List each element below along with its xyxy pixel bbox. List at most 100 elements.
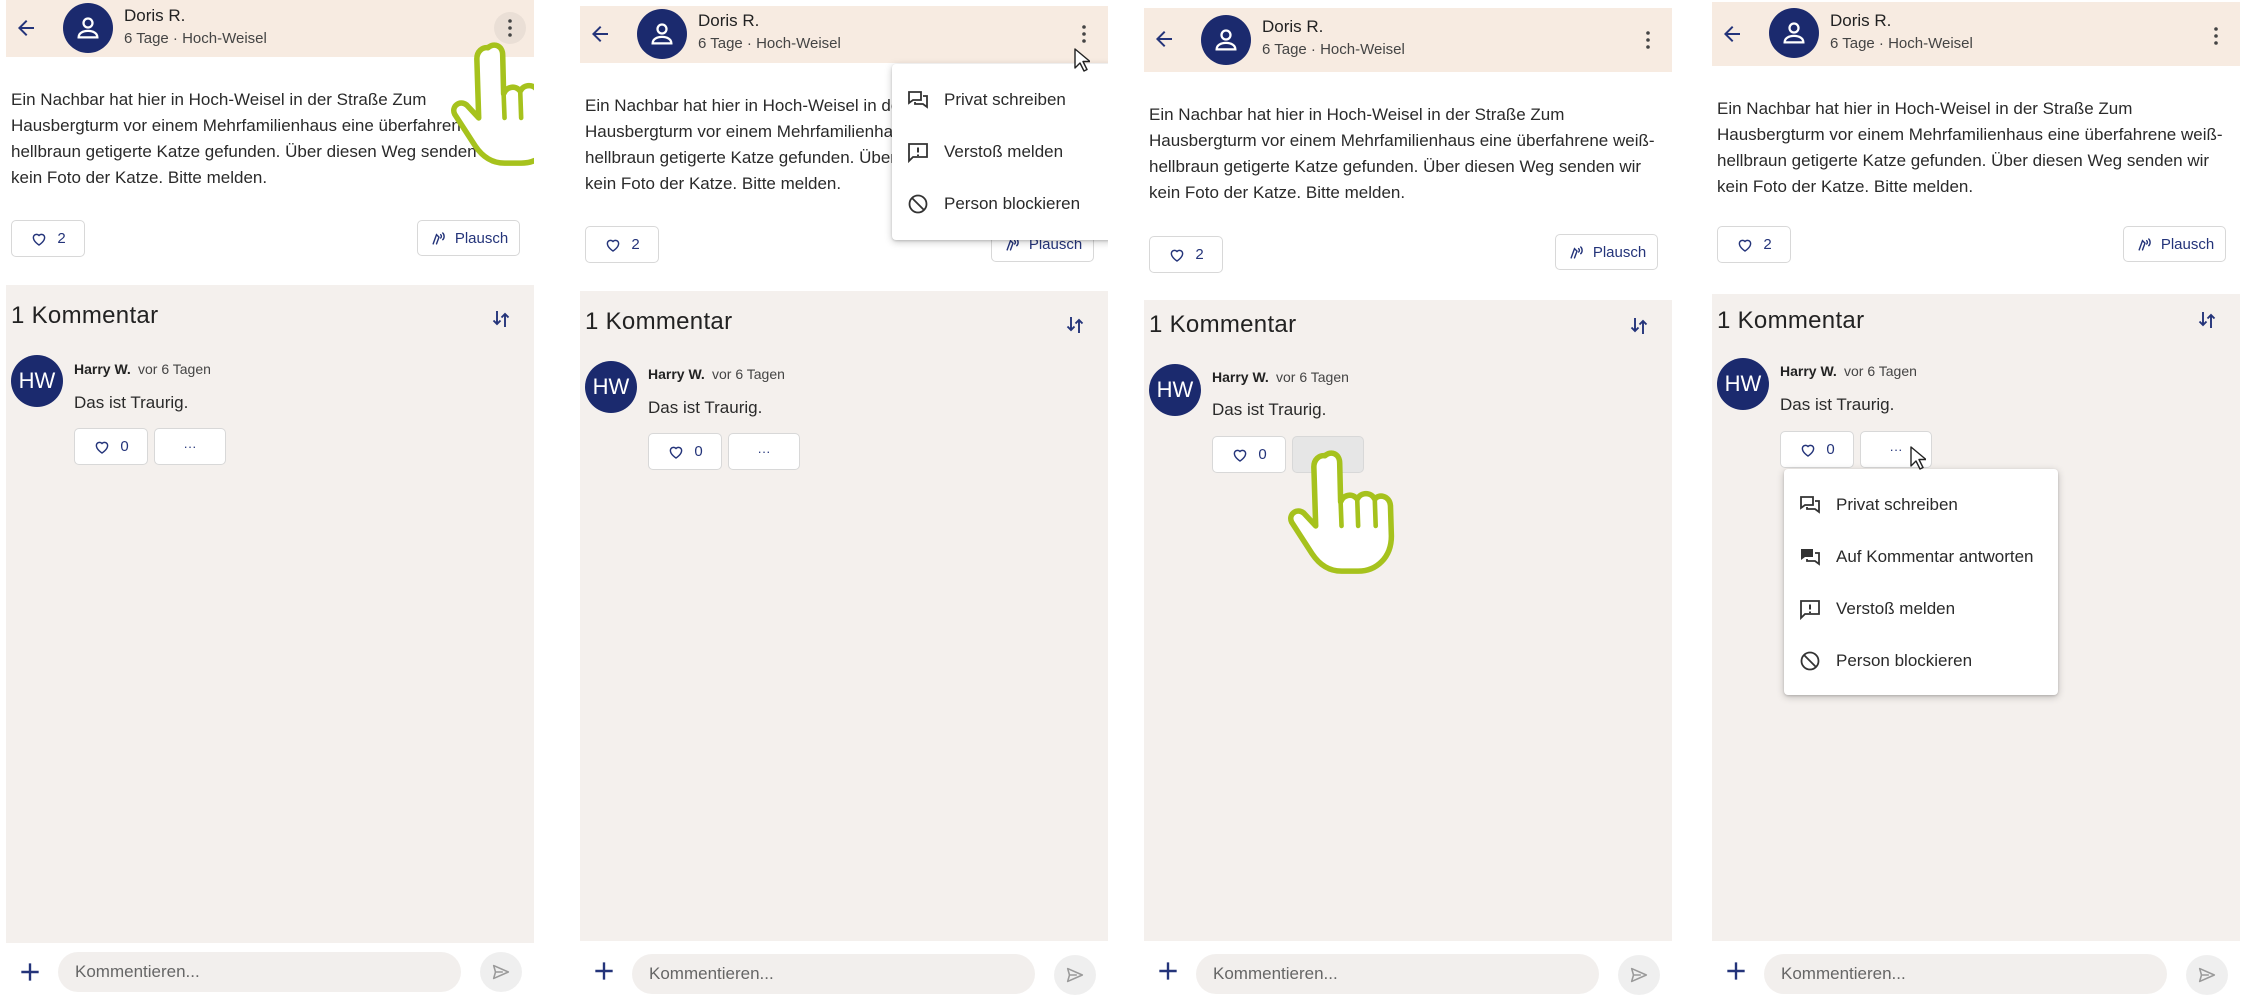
post-text: Ein Nachbar hat hier in Hoch-Weisel in d… <box>11 90 517 187</box>
menu-item-private-message[interactable]: Privat schreiben <box>1784 479 2058 531</box>
post-more-button[interactable] <box>1068 18 1100 50</box>
back-button[interactable] <box>586 20 614 48</box>
sort-button[interactable] <box>1626 313 1652 339</box>
post-text: Ein Nachbar hat hier in Hoch-Weisel in d… <box>1717 99 2223 196</box>
sort-icon <box>1063 313 1087 337</box>
comment-time: vor 6 Tagen <box>712 366 785 382</box>
sort-button[interactable] <box>2194 307 2220 333</box>
menu-item-block[interactable]: Person blockieren <box>892 178 1108 230</box>
post-meta: 6 Tage · Hoch-Weisel <box>1830 35 1973 52</box>
comment-like-button[interactable]: 0 <box>648 433 722 470</box>
post-card: Ein Nachbar hat hier in Hoch-Weisel in d… <box>1712 66 2240 294</box>
send-button[interactable] <box>480 952 522 992</box>
comment-like-button[interactable]: 0 <box>1212 436 1286 473</box>
add-button[interactable] <box>1720 955 1752 987</box>
post-like-button[interactable]: 2 <box>11 220 85 257</box>
menu-item-label: Person blockieren <box>944 194 1081 213</box>
comment-more-button[interactable]: ··· <box>728 433 800 470</box>
plausch-icon <box>429 228 449 248</box>
comment-input[interactable] <box>632 954 1035 994</box>
screen-panel-4: Doris R. 6 Tage · Hoch-Weisel Ein Nachba… <box>1712 2 2240 1001</box>
post-like-button[interactable]: 2 <box>1717 226 1791 263</box>
kebab-icon <box>2204 24 2228 48</box>
send-button[interactable] <box>1618 955 1660 995</box>
like-count: 2 <box>1195 246 1204 263</box>
sort-button[interactable] <box>488 306 514 332</box>
plausch-button[interactable]: Plausch <box>1555 234 1658 270</box>
send-button[interactable] <box>1054 955 1096 995</box>
screen-panel-1: Doris R. 6 Tage · Hoch-Weisel Ein Nachba… <box>6 0 534 1001</box>
mouse-cursor-icon <box>1910 446 1926 470</box>
post-card: Ein Nachbar hat hier in Hoch-Weisel in d… <box>1144 72 1672 300</box>
like-count: 2 <box>57 230 66 247</box>
commenter-avatar: HW <box>585 361 637 413</box>
plausch-icon <box>1567 242 1587 262</box>
comment-time: vor 6 Tagen <box>138 361 211 377</box>
reply-icon <box>1798 545 1822 569</box>
plausch-label: Plausch <box>1592 243 1647 261</box>
add-button[interactable] <box>588 955 620 987</box>
heart-icon <box>93 438 111 456</box>
menu-item-label: Person blockieren <box>1836 651 1973 670</box>
comment-like-count: 0 <box>694 443 703 460</box>
report-icon <box>1798 597 1822 621</box>
author-name: Doris R. <box>1830 11 1892 30</box>
comment-like-button[interactable]: 0 <box>1780 431 1854 468</box>
comment-time: vor 6 Tagen <box>1844 363 1917 379</box>
comment-input[interactable] <box>1764 954 2167 994</box>
plausch-button[interactable]: Plausch <box>417 220 520 256</box>
menu-item-label: Privat schreiben <box>1836 495 1958 514</box>
plus-icon <box>17 959 43 985</box>
block-icon <box>906 192 930 216</box>
heart-icon <box>1231 446 1249 464</box>
comment-more-button[interactable]: ··· <box>154 428 226 465</box>
author-name: Doris R. <box>1262 17 1324 36</box>
author-name: Doris R. <box>698 11 760 30</box>
heart-icon <box>667 443 685 461</box>
plus-icon <box>1723 958 1749 984</box>
sort-button[interactable] <box>1062 312 1088 338</box>
comments-title: 1 Kommentar <box>1149 311 1297 338</box>
menu-item-label: Privat schreiben <box>944 90 1066 109</box>
kebab-icon <box>1072 22 1096 46</box>
comment-like-button[interactable]: 0 <box>74 428 148 465</box>
heart-icon <box>30 230 48 248</box>
menu-item-label: Auf Kommentar antworten <box>1836 547 2034 566</box>
author-avatar <box>637 9 687 59</box>
like-count: 2 <box>631 236 640 253</box>
comment-footer <box>580 941 1108 1001</box>
comment-footer <box>1144 941 1672 1001</box>
comment-text: Das ist Traurig. <box>1780 395 1895 414</box>
comment-like-count: 0 <box>1826 441 1835 458</box>
comment-input[interactable] <box>1196 954 1599 994</box>
post-meta: 6 Tage · Hoch-Weisel <box>124 30 267 47</box>
menu-item-label: Verstoß melden <box>944 142 1064 161</box>
add-button[interactable] <box>14 956 46 988</box>
menu-item-label: Verstoß melden <box>1836 599 1956 618</box>
send-icon <box>1064 964 1086 986</box>
menu-item-private-message[interactable]: Privat schreiben <box>892 74 1108 126</box>
comment-author: Harry W. <box>1780 363 1837 379</box>
plausch-button[interactable]: Plausch <box>2123 226 2226 262</box>
plausch-label: Plausch <box>2160 235 2215 253</box>
menu-item-report[interactable]: Verstoß melden <box>1784 583 2058 635</box>
post-more-button[interactable] <box>2200 20 2232 52</box>
post-like-button[interactable]: 2 <box>585 226 659 263</box>
post-more-button[interactable] <box>1632 24 1664 56</box>
comment-footer <box>6 943 534 1001</box>
menu-item-report[interactable]: Verstoß melden <box>892 126 1108 178</box>
comments-title: 1 Kommentar <box>11 302 159 329</box>
back-button[interactable] <box>1718 20 1746 48</box>
post-like-button[interactable]: 2 <box>1149 236 1223 273</box>
comment-input[interactable] <box>58 952 461 992</box>
menu-item-block[interactable]: Person blockieren <box>1784 635 2058 687</box>
send-button[interactable] <box>2186 955 2228 995</box>
heart-icon <box>604 236 622 254</box>
comment-author: Harry W. <box>1212 369 1269 385</box>
add-button[interactable] <box>1152 955 1184 987</box>
sort-icon <box>489 307 513 331</box>
back-button[interactable] <box>1150 25 1178 53</box>
menu-item-reply[interactable]: Auf Kommentar antworten <box>1784 531 2058 583</box>
back-button[interactable] <box>12 14 40 42</box>
send-icon <box>2196 964 2218 986</box>
